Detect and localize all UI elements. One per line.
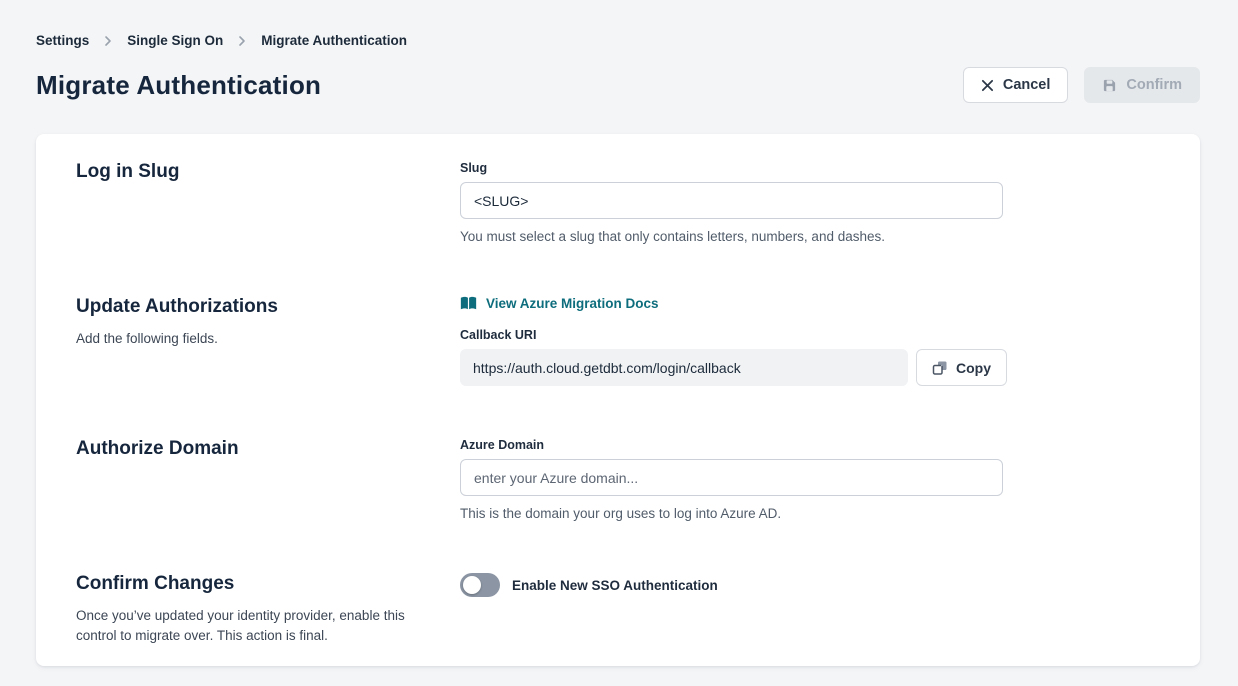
slug-input[interactable] [460, 182, 1003, 219]
x-icon [981, 79, 994, 92]
confirm-button-label: Confirm [1126, 77, 1182, 93]
page-header: Settings Single Sign On Migrate Authenti… [0, 0, 1238, 103]
section-heading-update-authorizations: Update Authorizations [76, 296, 460, 318]
callback-uri-value: https://auth.cloud.getdbt.com/login/call… [460, 349, 908, 386]
breadcrumb-migrate-authentication: Migrate Authentication [261, 33, 407, 48]
slug-field-label: Slug [460, 161, 1160, 175]
copy-button[interactable]: Copy [916, 349, 1007, 386]
docs-link-label: View Azure Migration Docs [486, 296, 659, 311]
azure-domain-helper-text: This is the domain your org uses to log … [460, 506, 1160, 521]
slug-helper-text: You must select a slug that only contain… [460, 229, 1160, 244]
book-icon [460, 296, 477, 311]
chevron-right-icon [236, 35, 248, 47]
azure-domain-input[interactable] [460, 459, 1003, 496]
view-azure-migration-docs-link[interactable]: View Azure Migration Docs [460, 296, 1160, 311]
enable-sso-toggle[interactable] [460, 573, 500, 597]
section-confirm-changes: Confirm Changes Once you’ve updated your… [76, 573, 1160, 646]
copy-button-label: Copy [956, 360, 991, 376]
cancel-button-label: Cancel [1003, 77, 1051, 93]
confirm-changes-description: Once you’ve updated your identity provid… [76, 606, 426, 646]
migrate-authentication-page: Settings Single Sign On Migrate Authenti… [0, 0, 1238, 686]
title-row: Migrate Authentication Cancel [36, 67, 1200, 103]
save-icon [1102, 78, 1117, 93]
page-title: Migrate Authentication [36, 70, 321, 101]
settings-card: Log in Slug Slug You must select a slug … [36, 134, 1200, 666]
section-heading-login-slug: Log in Slug [76, 161, 460, 183]
cancel-button[interactable]: Cancel [963, 67, 1069, 103]
toggle-knob [463, 576, 481, 594]
copy-icon [932, 360, 948, 376]
section-heading-authorize-domain: Authorize Domain [76, 438, 460, 460]
header-actions: Cancel Confirm [963, 67, 1200, 103]
azure-domain-label: Azure Domain [460, 438, 1160, 452]
update-authorizations-description: Add the following fields. [76, 329, 426, 349]
section-heading-confirm-changes: Confirm Changes [76, 573, 460, 595]
section-update-authorizations: Update Authorizations Add the following … [76, 296, 1160, 386]
chevron-right-icon [102, 35, 114, 47]
breadcrumb-settings[interactable]: Settings [36, 33, 89, 48]
callback-uri-label: Callback URI [460, 328, 1160, 342]
section-authorize-domain: Authorize Domain Azure Domain This is th… [76, 438, 1160, 521]
section-login-slug: Log in Slug Slug You must select a slug … [76, 161, 1160, 244]
confirm-button[interactable]: Confirm [1084, 67, 1200, 103]
breadcrumb-single-sign-on[interactable]: Single Sign On [127, 33, 223, 48]
breadcrumb: Settings Single Sign On Migrate Authenti… [36, 33, 1200, 48]
enable-sso-toggle-label: Enable New SSO Authentication [512, 578, 718, 593]
